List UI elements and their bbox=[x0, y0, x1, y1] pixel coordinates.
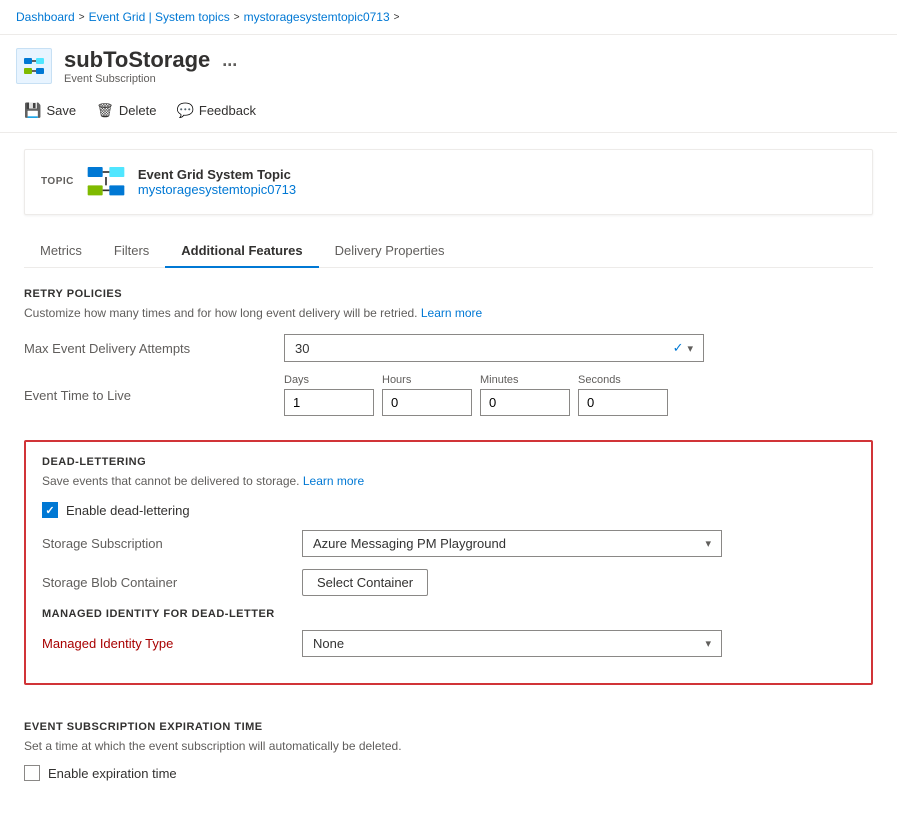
retry-learn-more-link[interactable]: Learn more bbox=[421, 306, 482, 320]
dead-letter-learn-more-link[interactable]: Learn more bbox=[303, 474, 364, 488]
save-label: Save bbox=[46, 103, 76, 118]
select-container-button[interactable]: Select Container bbox=[302, 569, 428, 596]
ttl-grid: Days Hours Minutes Seconds bbox=[284, 374, 873, 416]
feedback-button[interactable]: 💬 Feedback bbox=[168, 97, 264, 124]
storage-blob-control: Select Container bbox=[302, 569, 855, 596]
ttl-label: Event Time to Live bbox=[24, 388, 284, 403]
topic-link[interactable]: mystoragesystemtopic0713 bbox=[138, 182, 296, 197]
expiration-desc: Set a time at which the event subscripti… bbox=[24, 739, 873, 753]
checkbox-check-icon: ✓ bbox=[45, 504, 54, 517]
chevron-down-icon-3: ▾ bbox=[705, 637, 711, 650]
topic-info: Event Grid System Topic mystoragesystemt… bbox=[138, 167, 296, 197]
ttl-hours-field: Hours bbox=[382, 374, 472, 416]
save-button[interactable]: 💾 Save bbox=[16, 97, 84, 124]
ttl-seconds-input[interactable] bbox=[578, 389, 668, 416]
enable-expiration-label: Enable expiration time bbox=[48, 766, 177, 781]
page-title: subToStorage ... bbox=[64, 47, 241, 73]
main-content: TOPIC Event Grid System Topic mystorages… bbox=[0, 133, 897, 809]
breadcrumb-sep-2: > bbox=[234, 12, 240, 23]
enable-expiration-checkbox[interactable]: ✓ bbox=[24, 765, 40, 781]
dead-letter-desc-text: Save events that cannot be delivered to … bbox=[42, 474, 300, 488]
delete-icon: 🗑 bbox=[96, 102, 114, 119]
tabs: Metrics Filters Additional Features Deli… bbox=[24, 235, 873, 268]
chevron-down-icon: ▾ bbox=[687, 342, 693, 355]
check-icon: ✓ bbox=[673, 340, 684, 356]
retry-policies-section: RETRY POLICIES Customize how many times … bbox=[24, 288, 873, 416]
header-section: subToStorage ... Event Subscription bbox=[0, 35, 897, 93]
topic-icon-svg bbox=[86, 162, 126, 202]
delete-label: Delete bbox=[119, 103, 157, 118]
header-subtitle: Event Subscription bbox=[64, 73, 241, 85]
ttl-minutes-label: Minutes bbox=[480, 374, 570, 386]
managed-identity-select[interactable]: None ▾ bbox=[302, 630, 722, 657]
managed-identity-row: Managed Identity Type None ▾ bbox=[42, 630, 855, 657]
ttl-control: Days Hours Minutes Seconds bbox=[284, 374, 873, 416]
storage-sub-value: Azure Messaging PM Playground bbox=[313, 536, 506, 551]
enable-dead-letter-checkbox[interactable]: ✓ bbox=[42, 502, 58, 518]
managed-identity-control: None ▾ bbox=[302, 630, 855, 657]
tab-metrics[interactable]: Metrics bbox=[24, 235, 98, 268]
breadcrumb-sep-1: > bbox=[79, 12, 85, 23]
ttl-hours-input[interactable] bbox=[382, 389, 472, 416]
tab-delivery-properties[interactable]: Delivery Properties bbox=[319, 235, 461, 268]
storage-blob-row: Storage Blob Container Select Container bbox=[42, 569, 855, 596]
ttl-days-label: Days bbox=[284, 374, 374, 386]
topic-card: TOPIC Event Grid System Topic mystorages… bbox=[24, 149, 873, 215]
expiration-section: EVENT SUBSCRIPTION EXPIRATION TIME Set a… bbox=[24, 705, 873, 781]
ttl-minutes-input[interactable] bbox=[480, 389, 570, 416]
ellipsis-button[interactable]: ... bbox=[218, 50, 241, 71]
managed-identity-section-title: MANAGED IDENTITY FOR DEAD-LETTER bbox=[42, 608, 855, 620]
ttl-row: Event Time to Live Days Hours Minutes bbox=[24, 374, 873, 416]
delete-button[interactable]: 🗑 Delete bbox=[88, 97, 164, 124]
breadcrumb-sep-3: > bbox=[394, 12, 400, 23]
storage-sub-label: Storage Subscription bbox=[42, 536, 302, 551]
breadcrumb-topic-name[interactable]: mystoragesystemtopic0713 bbox=[244, 10, 390, 24]
enable-dead-letter-row[interactable]: ✓ Enable dead-lettering bbox=[42, 502, 855, 518]
ttl-minutes-field: Minutes bbox=[480, 374, 570, 416]
max-attempts-select[interactable]: 30 ✓ ▾ bbox=[284, 334, 704, 362]
tab-filters[interactable]: Filters bbox=[98, 235, 165, 268]
managed-identity-value: None bbox=[313, 636, 344, 651]
max-attempts-control: 30 ✓ ▾ bbox=[284, 334, 873, 362]
ttl-hours-label: Hours bbox=[382, 374, 472, 386]
max-attempts-label: Max Event Delivery Attempts bbox=[24, 341, 284, 356]
feedback-label: Feedback bbox=[199, 103, 256, 118]
retry-policies-desc: Customize how many times and for how lon… bbox=[24, 306, 873, 320]
topic-name: Event Grid System Topic bbox=[138, 167, 296, 182]
enable-dead-letter-label: Enable dead-lettering bbox=[66, 503, 190, 518]
retry-policies-title: RETRY POLICIES bbox=[24, 288, 873, 300]
ttl-days-input[interactable] bbox=[284, 389, 374, 416]
chevron-down-icon-2: ▾ bbox=[705, 537, 711, 550]
resource-icon bbox=[16, 48, 52, 84]
enable-expiration-row[interactable]: ✓ Enable expiration time bbox=[24, 765, 873, 781]
event-subscription-icon bbox=[22, 54, 46, 78]
topic-label: TOPIC bbox=[41, 176, 74, 187]
storage-blob-label: Storage Blob Container bbox=[42, 575, 302, 590]
breadcrumb-system-topics[interactable]: Event Grid | System topics bbox=[89, 10, 230, 24]
breadcrumb: Dashboard > Event Grid | System topics >… bbox=[0, 0, 897, 35]
header-title-group: subToStorage ... Event Subscription bbox=[64, 47, 241, 85]
retry-desc-text: Customize how many times and for how lon… bbox=[24, 306, 418, 320]
storage-sub-select[interactable]: Azure Messaging PM Playground ▾ bbox=[302, 530, 722, 557]
save-icon: 💾 bbox=[24, 102, 41, 119]
topic-card-icon bbox=[86, 162, 126, 202]
ttl-days-field: Days bbox=[284, 374, 374, 416]
storage-sub-control: Azure Messaging PM Playground ▾ bbox=[302, 530, 855, 557]
breadcrumb-dashboard[interactable]: Dashboard bbox=[16, 10, 75, 24]
managed-identity-label: Managed Identity Type bbox=[42, 636, 302, 651]
toolbar: 💾 Save 🗑 Delete 💬 Feedback bbox=[0, 93, 897, 133]
dead-lettering-desc: Save events that cannot be delivered to … bbox=[42, 474, 855, 488]
feedback-icon: 💬 bbox=[176, 102, 193, 119]
tab-additional-features[interactable]: Additional Features bbox=[165, 235, 318, 268]
dead-lettering-title: DEAD-LETTERING bbox=[42, 456, 855, 468]
ttl-seconds-label: Seconds bbox=[578, 374, 668, 386]
max-attempts-value: 30 bbox=[295, 341, 309, 356]
dead-lettering-section: DEAD-LETTERING Save events that cannot b… bbox=[24, 440, 873, 685]
title-text: subToStorage bbox=[64, 47, 210, 73]
ttl-seconds-field: Seconds bbox=[578, 374, 668, 416]
max-attempts-row: Max Event Delivery Attempts 30 ✓ ▾ bbox=[24, 334, 873, 362]
storage-sub-row: Storage Subscription Azure Messaging PM … bbox=[42, 530, 855, 557]
expiration-title: EVENT SUBSCRIPTION EXPIRATION TIME bbox=[24, 721, 873, 733]
